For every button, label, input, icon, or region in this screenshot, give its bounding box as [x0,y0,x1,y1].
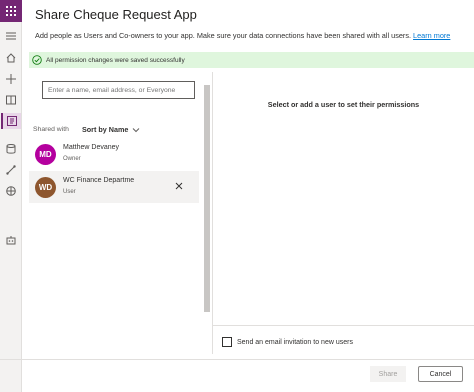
cancel-button[interactable]: Cancel [418,366,463,382]
shared-with-label: Shared with [33,126,69,133]
user-name: Matthew Devaney [63,144,120,151]
user-role: Owner [63,156,81,162]
users-panel: Shared with Sort by Name MD Matthew Deva… [29,72,212,362]
avatar: MD [35,144,56,165]
book-icon[interactable] [3,92,19,108]
footer-divider [0,359,474,360]
divider [212,325,474,326]
waffle-icon[interactable] [0,0,22,22]
close-icon[interactable] [175,182,183,190]
user-name: WC Finance Departme [63,177,135,184]
sort-dropdown[interactable]: Sort by Name [82,125,140,134]
scrollbar[interactable] [204,85,210,312]
email-invite-label: Send an email invitation to new users [237,338,353,346]
flow-icon[interactable] [3,162,19,178]
learn-more-link[interactable]: Learn more [413,31,450,40]
plus-icon[interactable] [3,71,19,87]
email-invite-option[interactable]: Send an email invitation to new users [222,337,353,347]
user-role: User [63,189,76,195]
people-search-input[interactable] [42,81,195,99]
success-banner: All permission changes were saved succes… [29,52,474,68]
email-invite-checkbox[interactable] [222,337,232,347]
sort-label: Sort by Name [82,125,129,134]
dialog-subtitle: Add people as Users and Co-owners to you… [35,31,450,40]
permissions-placeholder: Select or add a user to set their permis… [267,100,420,109]
chevron-down-icon [132,127,140,132]
bot-icon[interactable] [3,232,19,248]
user-row-owner[interactable]: MD Matthew Devaney Owner [29,138,199,170]
left-rail [0,0,22,392]
share-button[interactable]: Share [370,366,406,382]
panel-divider [212,72,213,354]
avatar: WD [35,177,56,198]
success-message: All permission changes were saved succes… [46,56,185,64]
globe-icon[interactable] [3,183,19,199]
check-circle-icon [32,55,42,65]
home-icon[interactable] [3,50,19,66]
user-row-user[interactable]: WD WC Finance Departme User [29,171,199,203]
subtitle-text: Add people as Users and Co-owners to you… [35,31,412,40]
apps-icon[interactable] [1,113,21,129]
dialog-title: Share Cheque Request App [35,7,197,22]
hamburger-icon[interactable] [3,28,19,44]
data-icon[interactable] [3,141,19,157]
